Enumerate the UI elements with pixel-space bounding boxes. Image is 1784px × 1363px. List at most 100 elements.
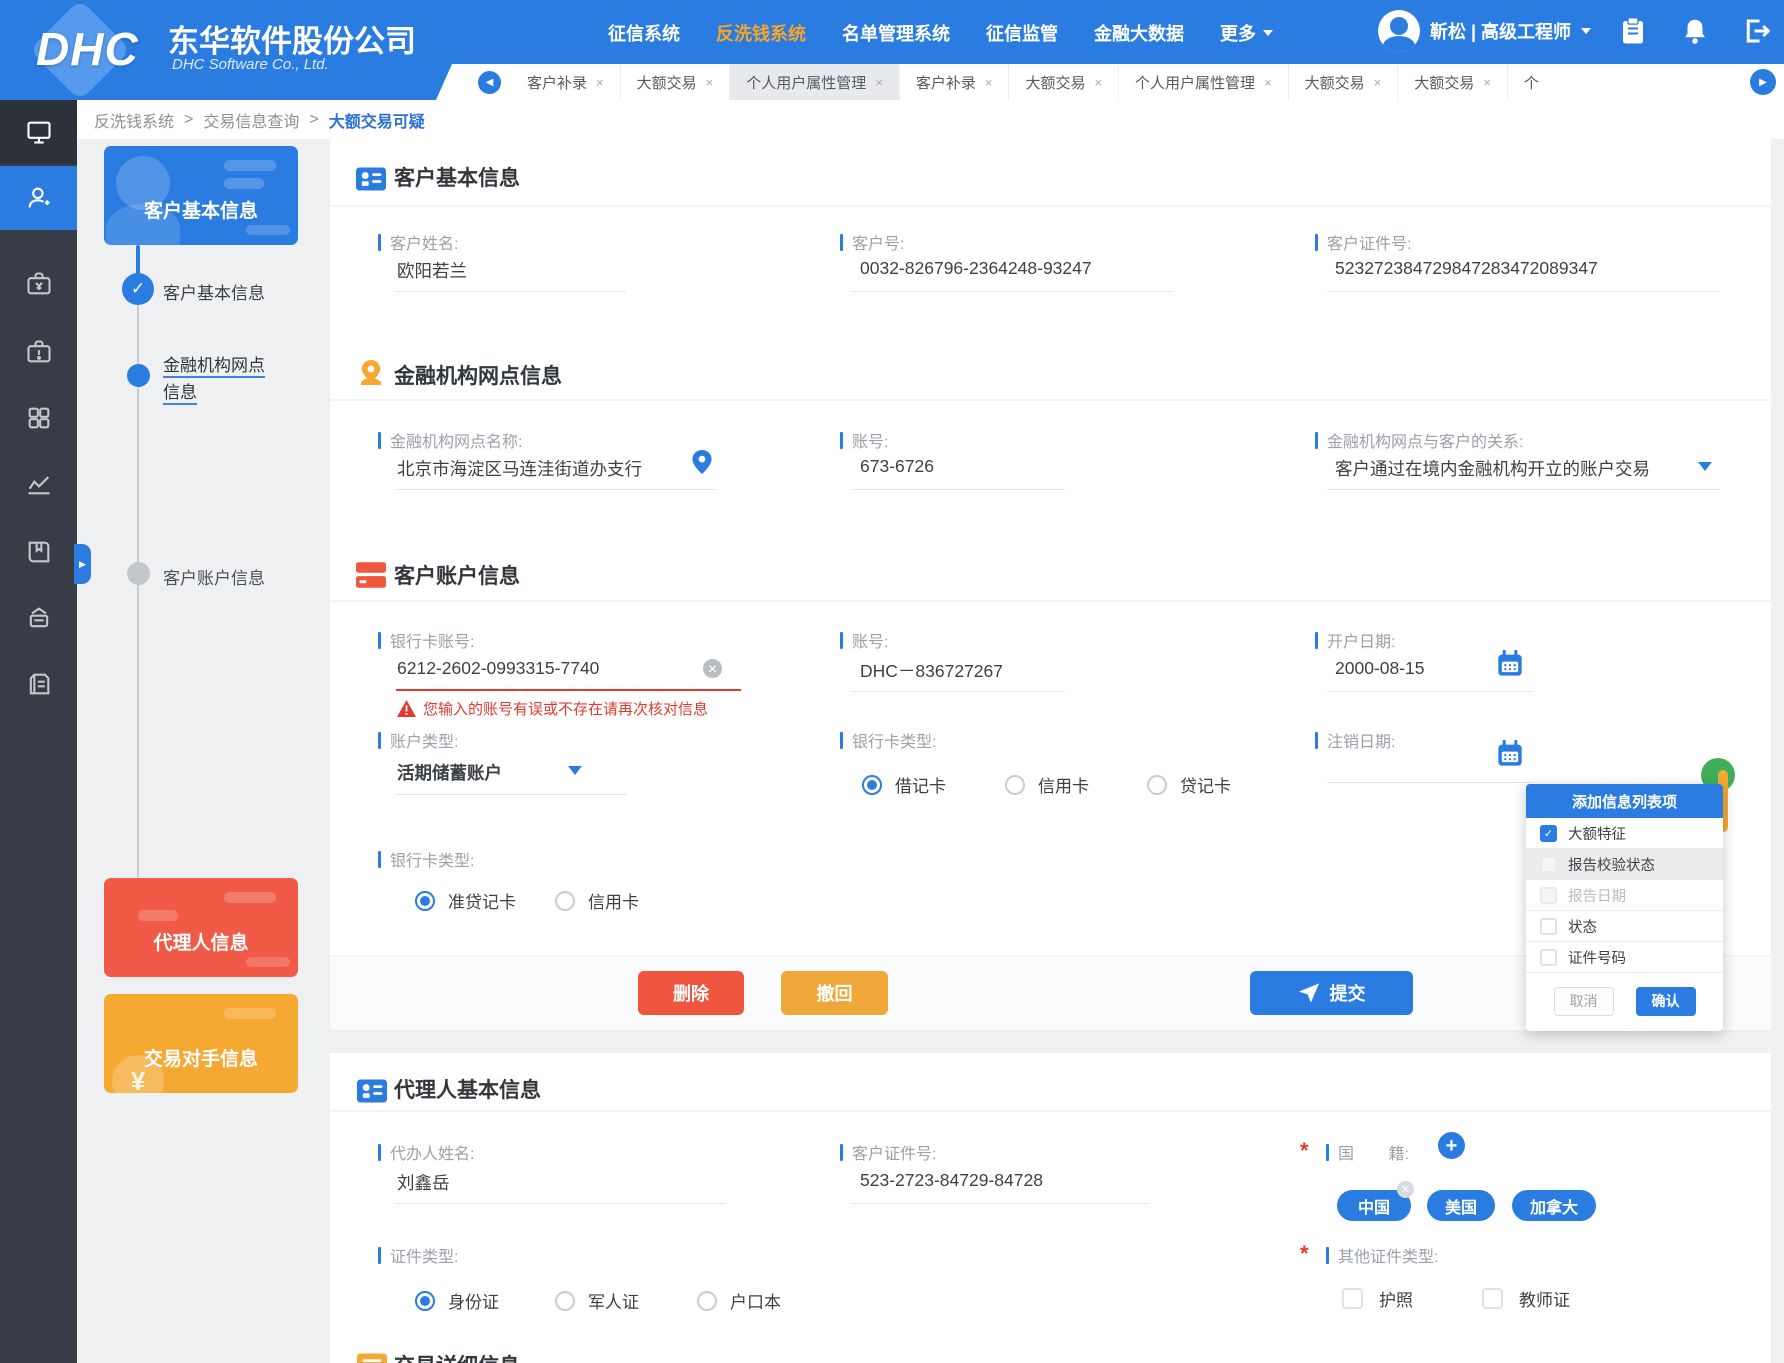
popup-item-cert-number[interactable]: 证件号码 [1526,942,1723,973]
step-current-dot[interactable] [127,364,150,387]
radio-debit-card[interactable]: 借记卡 [862,772,946,797]
tab-large-transaction-2[interactable]: 大额交易× [1009,64,1119,100]
sidebar-item-alerts[interactable] [0,320,77,384]
checkbox-icon [1482,1288,1503,1309]
radio-id-card[interactable]: 身份证 [415,1288,499,1313]
tab-large-transaction-3[interactable]: 大额交易× [1289,64,1399,100]
confirm-button[interactable]: 确认 [1636,987,1696,1016]
wizard-card-customer[interactable]: 客户基本信息 [104,146,298,245]
tab-personal-user-attr[interactable]: 个人用户属性管理× [730,64,900,100]
calendar-icon[interactable] [1496,650,1524,678]
checkbox-teacher-cert[interactable]: 教师证 [1482,1286,1570,1311]
tab-personal-user-attr-2[interactable]: 个人用户属性管理× [1119,64,1289,100]
radio-household-register[interactable]: 户口本 [697,1288,781,1313]
tab-scroll-left-icon[interactable]: ◀ [478,71,501,94]
chevron-down-icon[interactable] [568,766,582,775]
nav-credit-system[interactable]: 征信系统 [608,20,680,46]
section-title-account: 客户账户信息 [394,560,520,590]
wizard-card-counterparty[interactable]: ¥ 交易对手信息 [104,994,298,1093]
radio-credit-card-2[interactable]: 信用卡 [555,888,639,913]
tab-truncated[interactable]: 个 [1508,64,1555,100]
location-pin-icon[interactable] [692,450,712,474]
wizard-card-agent[interactable]: 代理人信息 [104,878,298,977]
customer-cert-no-input[interactable]: 523272384729847283472089347 [1335,258,1598,279]
account-type-select[interactable]: 活期储蓄账户 [397,760,502,785]
submit-button[interactable]: 提交 [1250,971,1413,1015]
sidebar-item-reports[interactable] [0,520,77,584]
tab-large-transaction-4[interactable]: 大额交易× [1398,64,1508,100]
label-text: 账号: [852,428,888,452]
label-text: 金融机构网点名称: [390,428,522,452]
radio-credit-card[interactable]: 信用卡 [1005,772,1089,797]
popup-item-report-check-status[interactable]: 报告校验状态 [1526,849,1723,880]
step-done-icon[interactable]: ✓ [122,273,154,305]
sidebar-item-customer-add[interactable] [0,166,77,230]
user-menu[interactable]: 靳松 | 高级工程师 [1378,10,1591,52]
step-pending-dot[interactable] [127,562,150,585]
nav-list-mgmt[interactable]: 名单管理系统 [842,20,950,46]
radio-charge-card[interactable]: 贷记卡 [1147,772,1231,797]
clear-input-icon[interactable]: ✕ [703,659,722,678]
close-icon[interactable]: × [875,75,883,90]
step-customer-basic[interactable]: 客户基本信息 [163,279,265,304]
radio-quasi-charge-card[interactable]: 准贷记卡 [415,888,516,913]
radio-military-id[interactable]: 军人证 [555,1288,639,1313]
popup-item-large-amount-feature[interactable]: ✓ 大额特征 [1526,818,1723,849]
branch-account-input[interactable]: 673-6726 [860,456,934,477]
nav-bigdata[interactable]: 金融大数据 [1094,20,1184,46]
close-icon[interactable]: × [1483,75,1491,90]
sidebar-item-documents[interactable] [0,652,77,716]
branch-name-input[interactable]: 北京市海淀区马连洼街道办支行 [397,456,642,481]
sidebar-item-archive[interactable] [0,586,77,650]
breadcrumb-aml[interactable]: 反洗钱系统 [94,108,174,132]
agent-name-input[interactable]: 刘鑫岳 [397,1170,450,1195]
nav-credit-reg[interactable]: 征信监管 [986,20,1058,46]
close-icon[interactable]: × [1374,75,1382,90]
customer-no-input[interactable]: 0032-826796-2364248-93247 [860,258,1092,279]
label-text: 其他证件类型: [1338,1243,1438,1267]
popup-item-status[interactable]: 状态 [1526,911,1723,942]
close-icon[interactable]: × [1094,75,1102,90]
close-icon[interactable]: × [596,75,604,90]
nav-aml-system[interactable]: 反洗钱系统 [716,20,806,46]
close-icon[interactable]: × [1264,75,1272,90]
wizard-connector [137,305,139,878]
step-account-info[interactable]: 客户账户信息 [163,564,265,589]
tab-customer-supplement[interactable]: 客户补录× [511,64,621,100]
delete-button[interactable]: 删除 [638,971,744,1015]
remove-tag-icon[interactable]: ✕ [1397,1181,1414,1198]
nav-more[interactable]: 更多 [1220,20,1273,46]
sidebar-item-transactions[interactable] [0,252,77,316]
input-underline [852,489,1065,490]
tab-large-transaction[interactable]: 大额交易× [621,64,731,100]
tag-canada[interactable]: 加拿大 [1512,1190,1596,1221]
tab-scroll-right-icon[interactable]: ▶ [1750,69,1776,95]
sidebar-item-analytics[interactable] [0,452,77,516]
withdraw-button[interactable]: 撤回 [781,971,888,1015]
account-no-input[interactable]: DHC－836727267 [860,658,1003,683]
sidebar-item-monitor[interactable] [0,100,77,164]
sidebar-expand-handle[interactable]: ▶ [74,544,91,584]
tab-customer-supplement-2[interactable]: 客户补录× [900,64,1010,100]
checkbox-passport[interactable]: 护照 [1342,1286,1413,1311]
bell-icon[interactable] [1680,16,1710,46]
add-nationality-icon[interactable]: + [1438,1132,1465,1159]
cancel-button[interactable]: 取消 [1554,987,1614,1016]
branch-relation-select[interactable]: 客户通过在境内金融机构开立的账户交易 [1335,456,1650,481]
customer-name-input[interactable]: 欧阳若兰 [397,258,467,283]
chevron-down-icon[interactable] [1698,462,1712,471]
bank-card-no-input[interactable]: 6212-2602-0993315-7740 [397,658,599,679]
open-date-input[interactable]: 2000-08-15 [1335,658,1425,679]
breadcrumb-txn-query[interactable]: 交易信息查询 [203,108,299,132]
sidebar-item-modules[interactable] [0,386,77,450]
calendar-icon[interactable] [1496,740,1524,768]
field-label: 证件类型: [378,1243,458,1267]
tag-usa[interactable]: 美国 [1427,1190,1495,1221]
clipboard-icon[interactable] [1618,16,1648,46]
agent-cert-no-input[interactable]: 523-2723-84729-84728 [860,1170,1043,1191]
close-icon[interactable]: × [985,75,993,90]
cancel-date-input[interactable] [1327,782,1532,783]
step-branch-info[interactable]: 金融机构网点信息 [163,352,269,406]
close-icon[interactable]: × [706,75,714,90]
logout-icon[interactable] [1742,16,1772,46]
